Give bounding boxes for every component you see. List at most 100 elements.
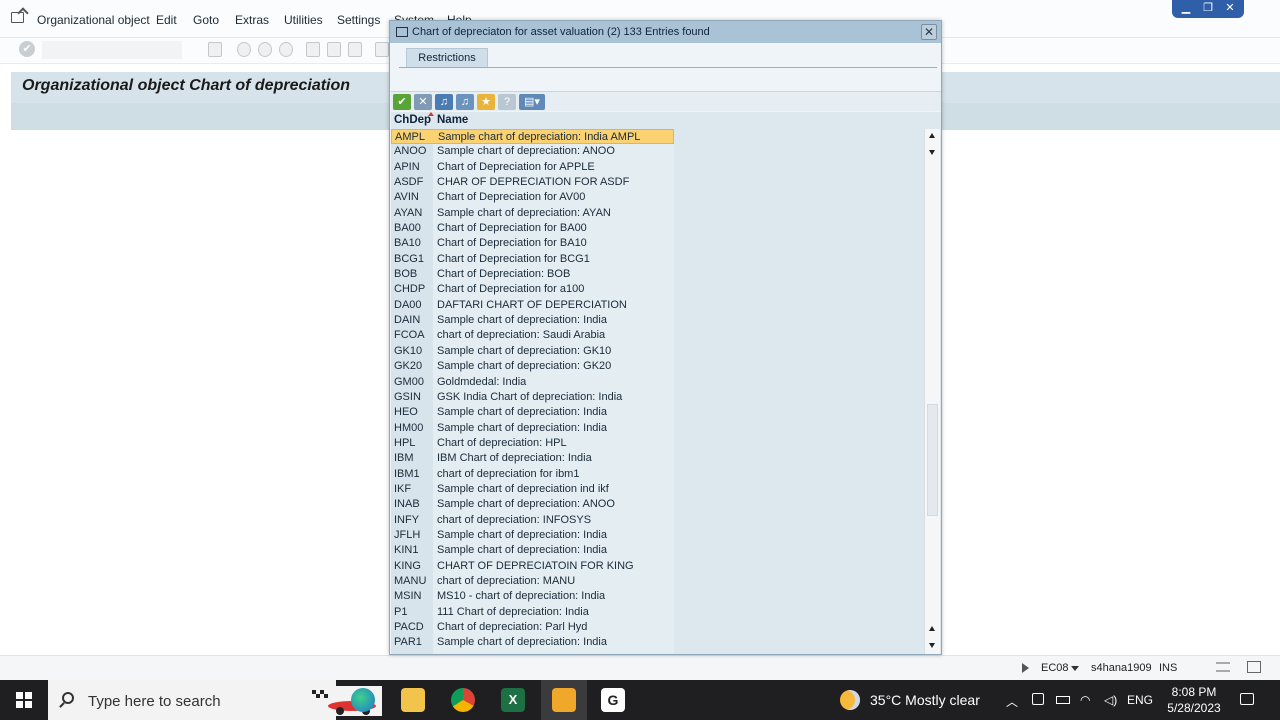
command-field[interactable] [42,41,182,59]
find-next-icon[interactable] [348,42,362,57]
scroll-page-up-icon[interactable] [929,626,935,631]
table-row[interactable]: MANU chart of depreciation: MANU [391,574,925,589]
column-header-chdep[interactable]: ChDep [394,114,431,126]
taskbar-clock[interactable]: 8:08 PM 5/28/2023 [1164,684,1224,716]
table-row[interactable]: DAIN Sample chart of depreciation: India [391,313,925,328]
table-row[interactable]: BA10 Chart of Depreciation for BA10 [391,236,925,251]
table-row[interactable]: ANOO Sample chart of depreciation: ANOO [391,144,925,159]
table-row[interactable]: BA00 Chart of Depreciation for BA00 [391,221,925,236]
print-icon[interactable] [306,42,320,57]
system-dropdown-icon[interactable] [1071,666,1079,671]
sort-ascending-icon [428,112,434,116]
menu-edit[interactable]: Edit [156,13,177,27]
find-next-binoculars-icon[interactable]: ♫ [456,94,474,110]
personal-list-icon[interactable]: ★ [477,94,495,110]
vertical-scrollbar[interactable] [924,129,940,654]
table-row[interactable]: KING CHART OF DEPRECIATOIN FOR KING [391,559,925,574]
minimize-icon[interactable]: ▁ [1180,3,1192,14]
save-icon[interactable] [208,42,222,57]
maximize-icon[interactable]: ❐ [1202,3,1214,14]
weather-moon-icon[interactable] [840,690,860,710]
table-row[interactable]: KIN1 Sample chart of depreciation: India [391,543,925,558]
tab-restrictions[interactable]: Restrictions [406,48,488,68]
cell-chdep: IBM [394,452,414,465]
language-indicator[interactable]: ENG [1127,693,1153,707]
table-row[interactable]: MSIN MS10 - chart of depreciation: India [391,589,925,604]
table-row[interactable]: JFLH Sample chart of depreciation: India [391,528,925,543]
table-row[interactable]: INFY chart of depreciation: INFOSYS [391,513,925,528]
find-icon[interactable] [327,42,341,57]
cell-name: Chart of Depreciation for BA00 [437,222,587,235]
table-row[interactable]: AYAN Sample chart of depreciation: AYAN [391,206,925,221]
menu-organizational-object[interactable]: Organizational object [37,13,150,27]
cancel-x-icon[interactable]: ✕ [414,94,432,110]
chrome-icon[interactable] [451,688,475,712]
enter-icon[interactable]: ✔ [19,41,35,57]
table-row[interactable]: GK10 Sample chart of depreciation: GK10 [391,344,925,359]
table-row[interactable]: IBM1 chart of depreciation for ibm1 [391,467,925,482]
play-icon[interactable] [1022,663,1029,673]
edge-browser-icon[interactable] [351,688,375,712]
scroll-up-icon[interactable] [929,133,935,138]
table-row[interactable]: FCOA chart of depreciation: Saudi Arabia [391,328,925,343]
table-row[interactable]: BCG1 Chart of Depreciation for BCG1 [391,252,925,267]
start-windows-icon[interactable] [16,692,32,708]
confirm-check-icon[interactable]: ✔ [393,94,411,110]
notifications-icon[interactable] [1240,693,1254,705]
scrollbar-thumb[interactable] [927,404,938,516]
table-row[interactable]: P1 111 Chart of depreciation: India [391,605,925,620]
column-header-name[interactable]: Name [437,114,468,126]
scroll-page-down-icon[interactable] [929,643,935,648]
first-page-icon[interactable] [375,42,389,57]
dialog-title-bar[interactable]: Chart of depreciaton for asset valuation… [390,21,941,43]
find-binoculars-icon[interactable]: ♫ [435,94,453,110]
tray-chevron-icon[interactable]: ︿ [1006,693,1018,710]
back-icon[interactable] [237,42,251,57]
g-app-icon[interactable]: G [601,688,625,712]
cell-chdep: DA00 [394,298,422,311]
menu-settings[interactable]: Settings [337,13,380,27]
layout-icon[interactable] [1216,662,1230,672]
table-row[interactable]: GK20 Sample chart of depreciation: GK20 [391,359,925,374]
cancel-icon[interactable] [279,42,293,57]
file-explorer-icon[interactable] [401,688,425,712]
close-icon[interactable]: ✕ [921,24,937,40]
scroll-down-icon[interactable] [929,150,935,155]
taskbar-search-box[interactable]: Type here to search [48,680,382,720]
table-row[interactable]: HEO Sample chart of depreciation: India [391,405,925,420]
table-row[interactable]: GSIN GSK India Chart of depreciation: Ind… [391,390,925,405]
menu-goto[interactable]: Goto [193,13,219,27]
table-row[interactable]: PAR1 Sample chart of depreciation: India [391,635,925,650]
menu-extras[interactable]: Extras [235,13,269,27]
volume-icon[interactable]: ◁) [1104,693,1117,707]
help-icon[interactable]: ? [498,94,516,110]
exit-icon[interactable] [258,42,272,57]
cell-chdep: BA00 [394,222,421,235]
table-row[interactable]: BOB Chart of Depreciation: BOB [391,267,925,282]
sap-logon-icon[interactable] [552,688,576,712]
table-row[interactable]: DA00 DAFTARI CHART OF DEPERCIATION [391,298,925,313]
battery-icon[interactable] [1056,696,1070,704]
new-window-icon[interactable] [1247,661,1261,673]
excel-icon[interactable]: X [501,688,525,712]
system-id[interactable]: EC08 [1041,662,1069,674]
table-row[interactable]: PACD Chart of depreciation: Parl Hyd [391,620,925,635]
menu-utilities[interactable]: Utilities [284,13,323,27]
table-row[interactable]: IBM IBM Chart of depreciation: India [391,451,925,466]
table-row[interactable]: INAB Sample chart of depreciation: ANOO [391,497,925,512]
wifi-icon[interactable]: ◠ [1080,693,1090,707]
table-row[interactable]: ASDF CHAR OF DEPRECIATION FOR ASDF [391,175,925,190]
print-list-icon[interactable]: ▤▾ [519,94,545,110]
table-row[interactable]: AMPL Sample chart of depreciation: India … [391,129,674,145]
table-row[interactable]: CHDP Chart of Depreciation for a100 [391,282,925,297]
table-row[interactable]: IKF Sample chart of depreciation ind ikf [391,482,925,497]
close-window-icon[interactable]: ✕ [1224,3,1236,14]
table-row[interactable]: APIN Chart of Depreciation for APPLE [391,160,925,175]
table-row[interactable]: AVIN Chart of Depreciation for AV00 [391,190,925,205]
table-row[interactable]: HPL Chart of depreciation: HPL [391,436,925,451]
meet-now-icon[interactable] [1032,693,1044,705]
table-row[interactable]: GM00 Goldmdedal: India [391,375,925,390]
menu-exit-icon[interactable] [11,12,24,23]
weather-text[interactable]: 35°C Mostly clear [870,692,980,708]
table-row[interactable]: HM00 Sample chart of depreciation: India [391,421,925,436]
